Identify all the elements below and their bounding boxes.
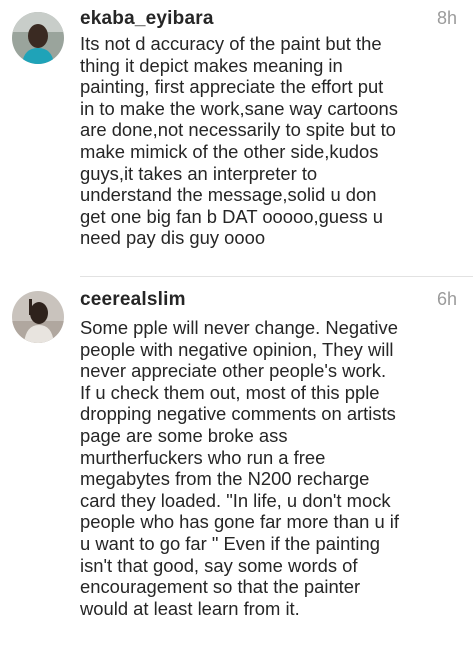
comment-username[interactable]: ceerealslim: [80, 289, 186, 311]
comment-timestamp: 6h: [436, 289, 457, 309]
comment-timestamp: 8h: [436, 8, 457, 28]
comment-username[interactable]: ekaba_eyibara: [80, 8, 214, 30]
comment-item: ceerealslim 6h Some pple will never chan…: [0, 277, 473, 653]
comment-text: Its not d accuracy of the paint but the …: [80, 33, 398, 249]
avatar[interactable]: [12, 291, 64, 343]
avatar[interactable]: [12, 12, 64, 64]
comment-text: Some pple will never change. Negative pe…: [80, 317, 399, 619]
comment-item: ekaba_eyibara 8h Its not d accuracy of t…: [0, 0, 473, 280]
